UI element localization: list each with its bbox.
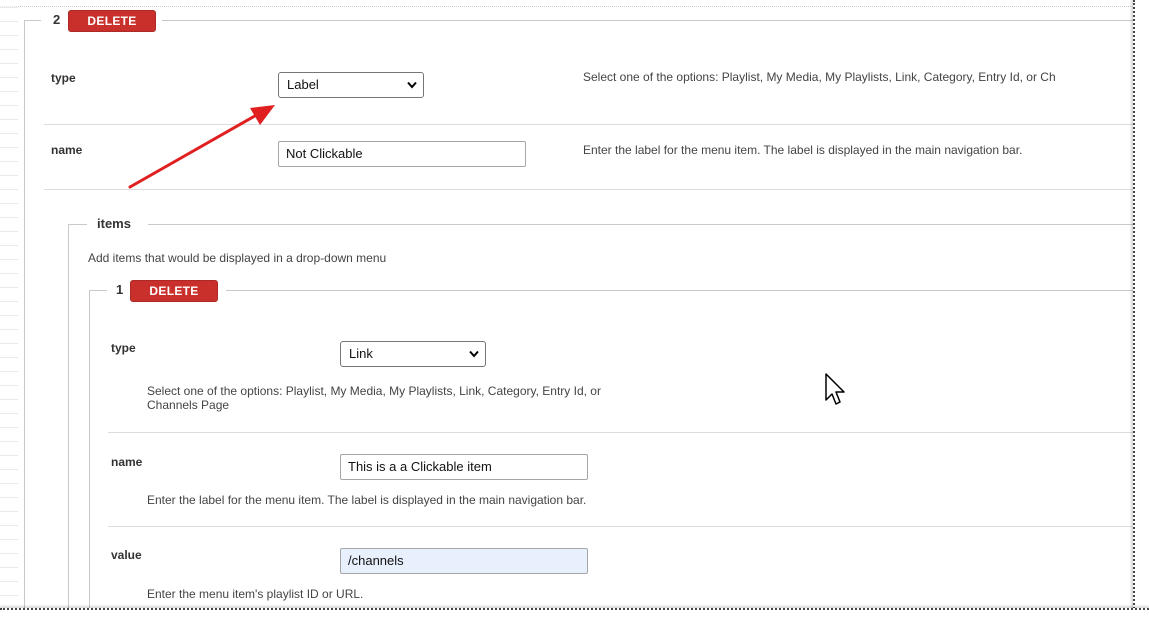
type-label: type <box>51 71 76 85</box>
outer-fieldset-border-left <box>24 20 25 620</box>
type-help-text: Select one of the options: Playlist, My … <box>583 70 1056 84</box>
items-fieldset-border-left-top <box>68 224 87 225</box>
row-divider <box>108 526 1142 527</box>
mouse-pointer-icon <box>825 373 845 405</box>
name-help-text: Enter the label for the menu item. The l… <box>583 143 1023 157</box>
name-label: name <box>51 143 83 157</box>
torn-edge-top <box>0 0 1149 7</box>
chevron-down-icon <box>407 81 417 89</box>
inner-type-label: type <box>111 341 136 355</box>
inner-type-help-line2: Channels Page <box>147 398 230 412</box>
torn-edge-right <box>1133 0 1149 624</box>
annotation-arrow-icon <box>128 105 275 189</box>
inner-fieldset-border-left <box>89 290 90 620</box>
chevron-down-icon <box>469 350 479 358</box>
type-select-value: Label <box>287 77 319 92</box>
items-fieldset-border-left <box>68 224 69 620</box>
row-divider <box>108 432 1142 433</box>
items-description: Add items that would be displayed in a d… <box>88 251 387 265</box>
items-fieldset-border-top <box>148 224 1142 225</box>
inner-delete-button[interactable]: DELETE <box>130 280 218 302</box>
inner-value-help-text: Enter the menu item's playlist ID or URL… <box>147 587 364 601</box>
inner-type-help-line1: Select one of the options: Playlist, My … <box>147 384 601 398</box>
inner-name-label: name <box>111 455 143 469</box>
inner-type-select-value: Link <box>349 346 373 361</box>
inner-type-select[interactable]: Link <box>340 341 486 367</box>
torn-edge-left <box>0 0 18 624</box>
inner-name-input[interactable]: This is a a Clickable item <box>340 454 588 480</box>
outer-delete-button[interactable]: DELETE <box>68 10 156 32</box>
outer-item-number: 2 <box>53 12 61 27</box>
type-select[interactable]: Label <box>278 72 424 98</box>
items-legend: items <box>97 216 131 231</box>
inner-name-help-text: Enter the label for the menu item. The l… <box>147 493 587 507</box>
inner-fieldset-border-top <box>226 290 1142 291</box>
name-input[interactable]: Not Clickable <box>278 141 526 167</box>
inner-value-label: value <box>111 548 142 562</box>
inner-fieldset-border-left-top <box>89 290 107 291</box>
torn-edge-bottom <box>0 608 1149 624</box>
inner-item-number: 1 <box>116 282 124 297</box>
inner-value-input[interactable]: /channels <box>340 548 588 574</box>
outer-fieldset-border-top <box>162 20 1142 21</box>
outer-fieldset-border-left-top <box>24 20 41 21</box>
